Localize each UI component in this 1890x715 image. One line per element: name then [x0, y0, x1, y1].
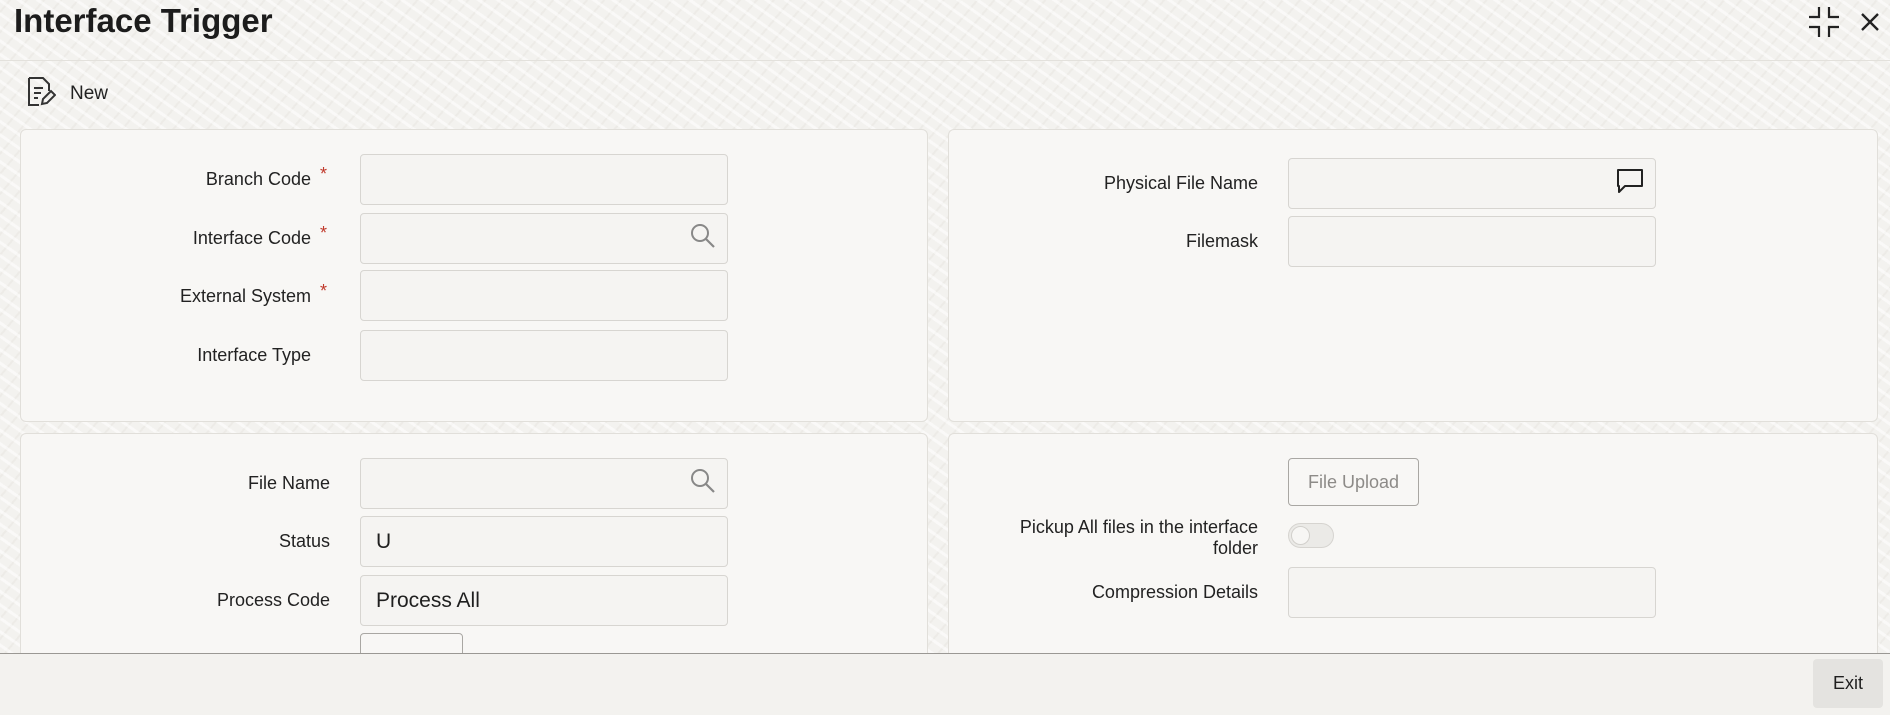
pickup-all-toggle[interactable]	[1288, 523, 1334, 548]
compression-details-input[interactable]	[1288, 567, 1656, 618]
new-label: New	[70, 83, 109, 104]
file-name-input[interactable]	[360, 458, 728, 509]
branch-code-required: *	[320, 164, 328, 184]
interface-code-required: *	[320, 223, 328, 243]
branch-code-input[interactable]	[360, 154, 728, 205]
new-document-icon	[26, 76, 57, 113]
external-system-label: External System	[179, 286, 311, 306]
title-divider	[0, 60, 1890, 61]
comment-icon[interactable]	[1615, 167, 1645, 201]
interface-code-label: Interface Code	[192, 228, 311, 248]
pickup-all-label: Pickup All files in the interface folder	[1019, 517, 1258, 558]
interface-type-label: Interface Type	[197, 345, 311, 365]
footer-bar	[0, 653, 1890, 715]
file-name-label: File Name	[247, 473, 330, 493]
status-label: Status	[278, 531, 330, 551]
interface-type-input[interactable]	[360, 330, 728, 381]
exit-button[interactable]: Exit	[1813, 659, 1883, 708]
process-code-label: Process Code	[216, 590, 330, 610]
external-system-required: *	[320, 281, 328, 301]
filemask-input[interactable]	[1288, 216, 1656, 267]
physical-file-name-label: Physical File Name	[1103, 173, 1258, 193]
toggle-knob	[1291, 526, 1310, 545]
page-title: Interface Trigger	[14, 2, 273, 39]
collapse-icon[interactable]	[1806, 4, 1842, 40]
branch-code-label: Branch Code	[205, 169, 311, 189]
status-input[interactable]: U	[360, 516, 728, 567]
search-icon[interactable]	[689, 222, 717, 256]
close-icon[interactable]	[1852, 4, 1888, 40]
external-system-input[interactable]	[360, 270, 728, 321]
file-upload-button[interactable]: File Upload	[1288, 458, 1419, 506]
compression-details-label: Compression Details	[1091, 582, 1258, 602]
interface-code-input[interactable]	[360, 213, 728, 264]
search-icon[interactable]	[689, 467, 717, 501]
new-button[interactable]: New	[26, 76, 108, 112]
filemask-label: Filemask	[1185, 231, 1258, 251]
physical-file-name-input[interactable]	[1288, 158, 1656, 209]
process-code-input[interactable]: Process All	[360, 575, 728, 626]
